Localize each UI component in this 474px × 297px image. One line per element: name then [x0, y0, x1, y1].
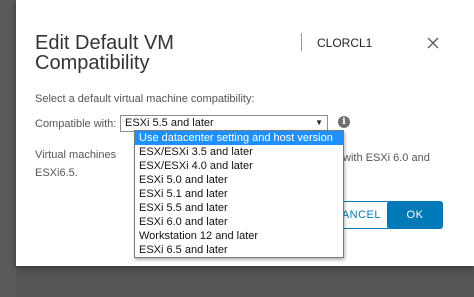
edit-vm-compatibility-dialog: Edit Default VM Compatibility CLORCL1 Se…: [16, 0, 474, 266]
compatible-with-label: Compatible with:: [35, 118, 117, 130]
dialog-title: Edit Default VM Compatibility: [35, 32, 174, 74]
object-name: CLORCL1: [317, 36, 373, 50]
dropdown-option[interactable]: Use datacenter setting and host version: [135, 131, 343, 145]
description-text-start: Virtual machines: [35, 149, 117, 161]
instruction-text: Select a default virtual machine compati…: [35, 93, 255, 105]
close-icon: [427, 37, 439, 49]
description-text-line2: ESXi6.5.: [35, 167, 78, 179]
dropdown-option[interactable]: ESX/ESXi 4.0 and later: [135, 159, 343, 173]
dropdown-option[interactable]: ESXi 6.0 and later: [135, 215, 343, 229]
close-button[interactable]: [424, 34, 442, 52]
ok-button[interactable]: OK: [387, 201, 443, 229]
description-text-end: with ESXi 6.0 and: [343, 152, 430, 164]
dropdown-option[interactable]: ESXi 5.0 and later: [135, 173, 343, 187]
dropdown-option[interactable]: ESXi 5.5 and later: [135, 201, 343, 215]
compatibility-dropdown-list: Use datacenter setting and host version …: [134, 130, 344, 258]
title-separator: [301, 33, 302, 51]
info-icon[interactable]: i: [338, 116, 350, 128]
dropdown-option[interactable]: Workstation 12 and later: [135, 229, 343, 243]
dropdown-option[interactable]: ESXi 6.5 and later: [135, 243, 343, 257]
modal-backdrop: [0, 0, 16, 297]
dropdown-option[interactable]: ESXi 5.1 and later: [135, 187, 343, 201]
chevron-down-icon: ▼: [315, 118, 323, 127]
dropdown-option[interactable]: ESX/ESXi 3.5 and later: [135, 145, 343, 159]
compatibility-select-value: ESXi 5.5 and later: [125, 117, 214, 129]
